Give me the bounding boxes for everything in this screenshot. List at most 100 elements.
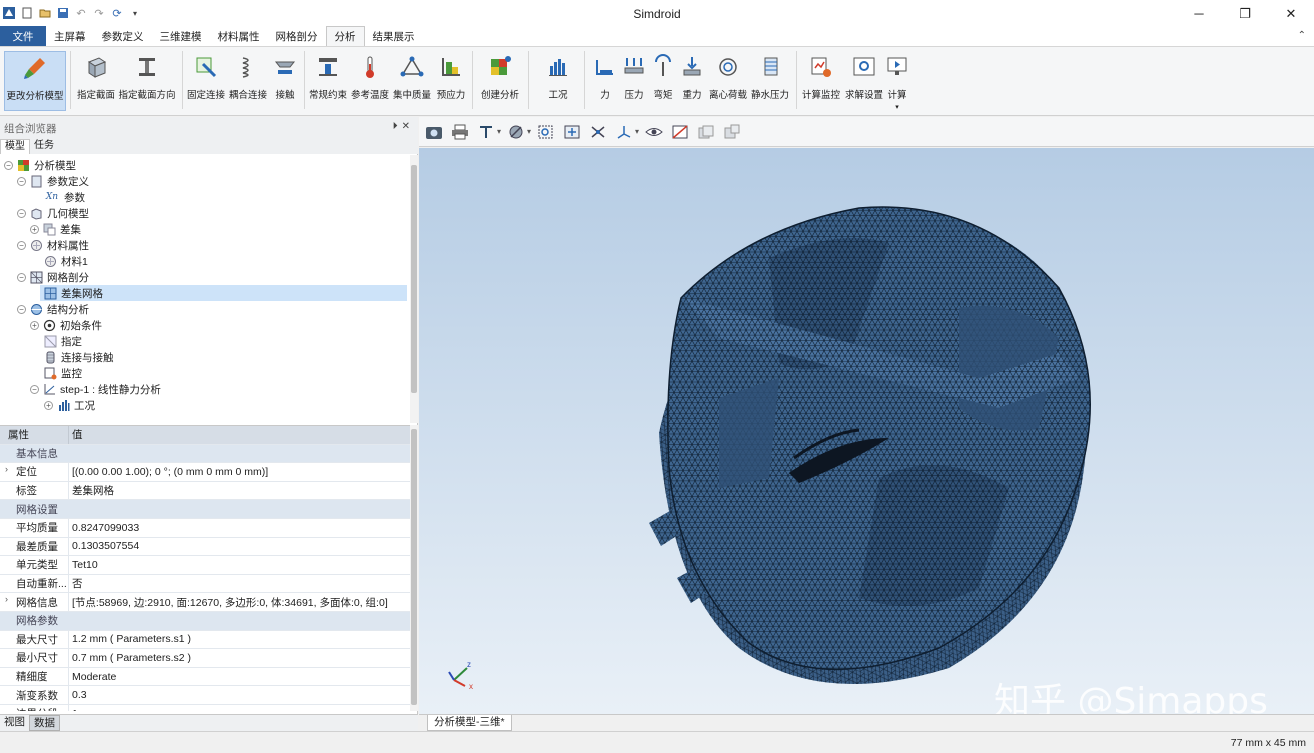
coupling-button[interactable]: 耦合连接 <box>228 51 268 111</box>
tab-view[interactable]: 视图 <box>0 715 29 731</box>
tab-model[interactable]: 模型 <box>0 139 30 154</box>
collapse-icon[interactable]: − <box>4 160 13 170</box>
fixed-joint-button[interactable]: 固定连接 <box>186 51 226 111</box>
tree-node-parameters[interactable]: Xn 参数 <box>44 189 85 205</box>
compute-dropdown-icon[interactable]: ▾ <box>895 103 899 111</box>
undo-icon[interactable]: ↶ <box>74 6 88 20</box>
open-folder-icon[interactable] <box>38 6 52 20</box>
property-row[interactable]: 标签 差集网格 <box>0 481 410 501</box>
expand-icon[interactable]: + <box>30 224 39 234</box>
assign-section-orientation-button[interactable]: 指定截面方向 <box>118 51 176 111</box>
pressure-button[interactable]: 压力 <box>620 51 648 111</box>
view-axes-icon[interactable] <box>475 121 497 143</box>
change-analysis-model-button[interactable]: 更改分析模型 <box>4 51 66 111</box>
tab-analysis[interactable]: 分析 <box>325 26 365 46</box>
dropdown-icon[interactable]: ▾ <box>635 127 639 136</box>
property-row[interactable]: 自动重新... 否 <box>0 574 410 594</box>
compute-monitor-button[interactable]: 计算监控 <box>800 51 842 111</box>
no-display-icon[interactable] <box>505 121 527 143</box>
concentrated-mass-button[interactable]: 集中质量 <box>392 51 432 111</box>
property-row[interactable]: 网格信息 › [节点:58969, 边:2910, 面:12670, 多边形:0, … <box>0 593 410 612</box>
tree-node-structural-analysis[interactable]: − 结构分析 <box>17 301 89 317</box>
tab-parameters[interactable]: 参数定义 <box>94 26 152 46</box>
minimize-button[interactable]: ─ <box>1176 0 1222 27</box>
collapse-icon[interactable]: − <box>17 240 26 250</box>
tree-scrollbar[interactable] <box>410 155 418 423</box>
property-row[interactable]: 最差质量 0.1303507554 <box>0 537 410 557</box>
collapse-icon[interactable]: − <box>17 304 26 314</box>
expand-chevron-icon[interactable]: › <box>5 464 8 474</box>
tree-node-connections[interactable]: 连接与接触 <box>44 349 114 365</box>
collapse-icon[interactable]: − <box>17 176 26 186</box>
gravity-button[interactable]: 重力 <box>678 51 706 111</box>
tab-materials[interactable]: 材料属性 <box>210 26 268 46</box>
force-button[interactable]: 力 <box>592 51 618 111</box>
tab-3d-modeling[interactable]: 三维建模 <box>152 26 210 46</box>
maximize-button[interactable]: ❐ <box>1222 0 1268 27</box>
close-button[interactable]: ✕ <box>1268 0 1314 27</box>
tree-node-geometry[interactable]: − 几何模型 <box>17 205 89 221</box>
tab-results[interactable]: 结果展示 <box>365 26 423 46</box>
axis-orientation-icon[interactable] <box>613 121 635 143</box>
collapse-icon[interactable]: − <box>30 384 39 394</box>
dropdown-icon[interactable]: ▾ <box>527 127 531 136</box>
tree-node-monitor[interactable]: 监控 <box>44 365 82 381</box>
property-scrollbar[interactable] <box>410 425 418 711</box>
property-row[interactable]: 边界分段1 <box>0 705 410 711</box>
tab-tasks[interactable]: 任务 <box>30 139 58 154</box>
redo-icon[interactable]: ↷ <box>92 6 106 20</box>
solver-settings-button[interactable]: 求解设置 <box>844 51 884 111</box>
moment-button[interactable]: 弯矩 <box>650 51 676 111</box>
pin-icon[interactable]: ⏵ <box>393 121 402 132</box>
prestress-button[interactable]: 预应力 <box>434 51 468 111</box>
property-row[interactable]: 精细度 Moderate <box>0 667 410 687</box>
collapse-icon[interactable]: − <box>17 272 26 282</box>
compute-button[interactable]: 计算 ▾ <box>886 51 908 111</box>
copy-view-icon[interactable] <box>695 121 717 143</box>
refresh-icon[interactable]: ⟳ <box>110 6 124 20</box>
section-view-icon[interactable] <box>669 121 691 143</box>
tree-node-difference[interactable]: + 差集 <box>30 221 81 237</box>
tab-home[interactable]: 主屏幕 <box>46 26 94 46</box>
expand-chevron-icon[interactable]: › <box>5 594 8 604</box>
contact-button[interactable]: 接触 <box>270 51 300 111</box>
visibility-icon[interactable] <box>643 121 665 143</box>
tree-node-materials[interactable]: − 材料属性 <box>17 237 89 253</box>
tree-node-analysis-model[interactable]: − 分析模型 <box>4 157 76 173</box>
screenshot-icon[interactable] <box>423 121 445 143</box>
expand-icon[interactable]: + <box>44 400 53 410</box>
mesh-model[interactable]: z x <box>419 148 1314 714</box>
tree-node-material1[interactable]: 材料1 <box>44 253 88 269</box>
hydrostatic-pressure-button[interactable]: 静水压力 <box>750 51 790 111</box>
fit-all-icon[interactable] <box>561 121 583 143</box>
property-row[interactable]: 最小尺寸 0.7 mm ( Parameters.s2 ) <box>0 649 410 668</box>
tab-meshing[interactable]: 网格剖分 <box>268 26 326 46</box>
assign-section-button[interactable]: 指定截面 <box>76 51 116 111</box>
reference-temperature-button[interactable]: 参考温度 <box>350 51 390 111</box>
print-icon[interactable] <box>449 121 471 143</box>
property-row[interactable]: 渐变系数 0.3 <box>0 686 410 705</box>
tree-node-step1[interactable]: − step-1 : 线性静力分析 <box>30 381 161 397</box>
property-row[interactable]: 最大尺寸 1.2 mm ( Parameters.s1 ) <box>0 630 410 650</box>
collapse-icon[interactable]: − <box>17 208 26 218</box>
tab-data[interactable]: 数据 <box>29 715 60 731</box>
rotate-icon[interactable] <box>587 121 609 143</box>
panel-close-icon[interactable]: ✕ <box>402 121 414 132</box>
centrifugal-load-button[interactable]: 离心荷载 <box>708 51 748 111</box>
3d-viewport[interactable]: z x <box>419 148 1314 714</box>
create-analysis-button[interactable]: 创建分析 <box>478 51 522 111</box>
tab-analysis-model-3d[interactable]: 分析模型-三维* <box>427 715 512 731</box>
load-case-button[interactable]: 工况 <box>540 51 576 111</box>
property-row[interactable]: 单元类型 Tet10 <box>0 556 410 575</box>
general-constraint-button[interactable]: 常规约束 <box>308 51 348 111</box>
tree-node-difference-mesh[interactable]: 差集网格 <box>40 285 407 301</box>
file-menu[interactable]: 文件 <box>0 26 46 46</box>
save-icon[interactable] <box>56 6 70 20</box>
zoom-box-icon[interactable] <box>535 121 557 143</box>
paste-view-icon[interactable] <box>721 121 743 143</box>
new-file-icon[interactable] <box>20 6 34 20</box>
tree-node-parameters-def[interactable]: − 参数定义 <box>17 173 89 189</box>
property-row[interactable]: 定位 › [(0.00 0.00 1.00); 0 °; (0 mm 0 mm 0 … <box>0 463 410 482</box>
dropdown-icon[interactable]: ▾ <box>497 127 501 136</box>
tree-node-meshing[interactable]: − 网格剖分 <box>17 269 89 285</box>
